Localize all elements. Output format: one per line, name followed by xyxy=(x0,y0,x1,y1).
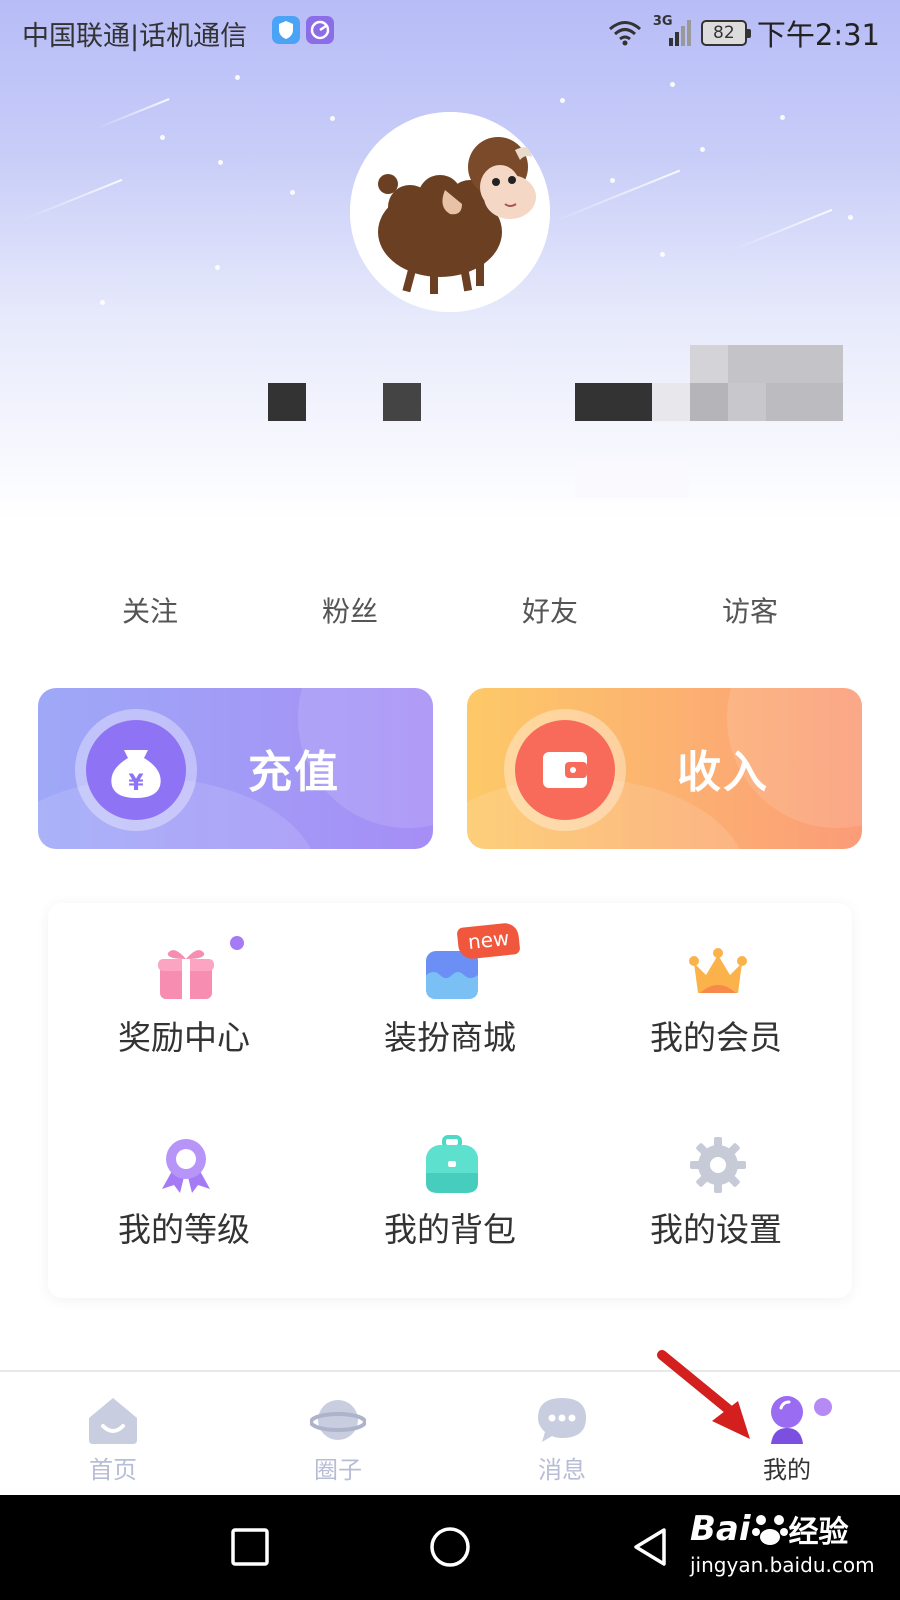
money-bag-icon: ¥ xyxy=(86,720,186,820)
medal-icon xyxy=(162,1139,210,1193)
tab-messages-label: 消息 xyxy=(538,1456,586,1484)
battery-indicator: 82 xyxy=(700,20,751,46)
reward-center-label: 奖励中心 xyxy=(118,1018,250,1057)
tab-circle[interactable]: 圈子 xyxy=(278,1386,398,1486)
stats-row: 关注 粉丝 好友 访客 xyxy=(0,590,900,630)
level-item[interactable]: 我的等级 xyxy=(64,1123,304,1253)
paw-icon xyxy=(751,1515,788,1545)
crown-icon xyxy=(689,948,747,993)
baidu-watermark: Bai 经验 jingyan.baidu.com xyxy=(690,1507,890,1587)
stat-following[interactable]: 关注 xyxy=(70,590,230,630)
membership-item[interactable]: 我的会员 xyxy=(596,931,836,1061)
gift-icon xyxy=(158,950,214,999)
watermark-suffix: 经验 xyxy=(788,1515,849,1550)
back-button[interactable] xyxy=(628,1525,672,1569)
recharge-card[interactable]: ¥ 充值 xyxy=(38,688,433,849)
chat-icon xyxy=(538,1398,586,1442)
svg-text:¥: ¥ xyxy=(128,771,144,796)
wallet-icon xyxy=(515,720,615,820)
status-bar: 中国联通|话机通信 3G 82 下午2:31 xyxy=(0,0,900,62)
tab-home[interactable]: 首页 xyxy=(53,1386,173,1486)
home-button[interactable] xyxy=(428,1525,472,1569)
watermark-brand: Bai xyxy=(690,1509,751,1549)
backpack-icon xyxy=(426,1135,478,1193)
clock: 下午2:31 xyxy=(756,18,880,52)
battery-level: 82 xyxy=(713,23,735,43)
home-icon xyxy=(89,1398,137,1444)
tab-me-label: 我的 xyxy=(763,1456,811,1484)
stat-fans[interactable]: 粉丝 xyxy=(270,590,430,630)
cellular-signal-icon: 3G xyxy=(653,14,691,48)
app-notification-icon xyxy=(306,16,334,44)
income-card[interactable]: 收入 xyxy=(467,688,862,849)
membership-label: 我的会员 xyxy=(650,1018,782,1057)
watermark-url: jingyan.baidu.com xyxy=(690,1553,875,1577)
system-navigation-bar: Bai 经验 jingyan.baidu.com xyxy=(0,1495,900,1600)
notification-dot xyxy=(814,1398,832,1416)
recharge-label: 充值 xyxy=(248,747,340,798)
planet-icon xyxy=(310,1400,366,1440)
gear-icon xyxy=(690,1137,746,1193)
stat-visitors[interactable]: 访客 xyxy=(670,590,830,630)
level-label: 我的等级 xyxy=(118,1210,250,1249)
notification-dot xyxy=(230,936,244,950)
security-shield-icon xyxy=(272,16,300,44)
feature-grid: 奖励中心 new 装扮商城 我的会员 我的等级 我的背包 我的设置 xyxy=(48,903,852,1298)
carrier-name: 中国联通|话机通信 xyxy=(22,21,248,52)
tab-circle-label: 圈子 xyxy=(314,1456,362,1484)
wifi-icon xyxy=(608,21,641,46)
sheep-avatar-icon xyxy=(350,112,550,312)
reward-center-item[interactable]: 奖励中心 xyxy=(64,931,304,1061)
annotation-arrow-icon xyxy=(657,1350,750,1439)
income-label: 收入 xyxy=(677,747,769,798)
settings-item[interactable]: 我的设置 xyxy=(596,1123,836,1253)
new-badge: new xyxy=(456,921,521,961)
tab-home-label: 首页 xyxy=(89,1456,137,1484)
backpack-label: 我的背包 xyxy=(384,1210,516,1249)
avatar[interactable] xyxy=(350,112,550,312)
backpack-item[interactable]: 我的背包 xyxy=(330,1123,570,1253)
dress-up-shop-label: 装扮商城 xyxy=(384,1018,516,1057)
recents-button[interactable] xyxy=(228,1525,272,1569)
stat-friends[interactable]: 好友 xyxy=(470,590,630,630)
tab-messages[interactable]: 消息 xyxy=(502,1386,622,1486)
settings-label: 我的设置 xyxy=(650,1210,782,1249)
dress-up-shop-item[interactable]: new 装扮商城 xyxy=(330,921,570,1061)
